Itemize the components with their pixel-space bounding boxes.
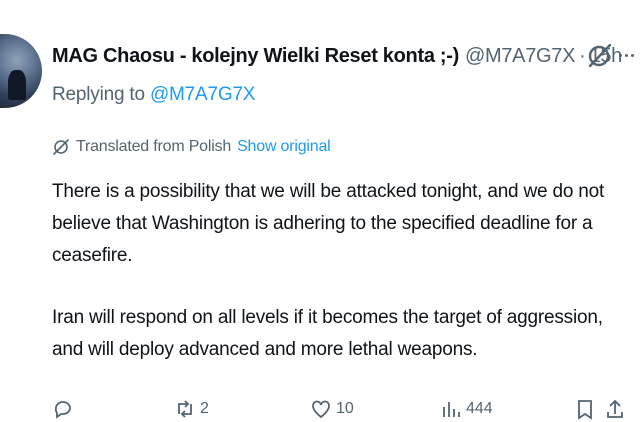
repost-count: 2 bbox=[200, 400, 209, 417]
tweet-header: MAG Chaosu - kolejny Wielki Reset konta … bbox=[52, 38, 622, 74]
share-icon bbox=[607, 399, 623, 418]
tweet-paragraph: There is a possibility that we will be a… bbox=[52, 181, 605, 266]
repost-button[interactable]: 2 bbox=[174, 398, 209, 420]
like-button[interactable]: 10 bbox=[310, 398, 354, 420]
reply-icon bbox=[54, 401, 71, 419]
repost-icon bbox=[178, 400, 192, 418]
like-icon bbox=[312, 400, 330, 419]
user-handle[interactable]: @M7A7G7X bbox=[465, 45, 575, 68]
views-button[interactable]: 444 bbox=[440, 398, 493, 420]
tweet-body: There is a possibility that we will be a… bbox=[52, 176, 632, 366]
share-button[interactable] bbox=[604, 398, 626, 420]
bookmark-button[interactable] bbox=[574, 398, 596, 420]
show-original-link[interactable]: Show original bbox=[237, 138, 331, 156]
grok-icon[interactable] bbox=[584, 41, 614, 71]
translated-label: Translated from Polish bbox=[76, 138, 232, 155]
views-count: 444 bbox=[466, 400, 493, 417]
replying-to: Replying to @M7A7G7X bbox=[52, 84, 255, 106]
more-icon[interactable] bbox=[616, 40, 636, 70]
replying-mention-link[interactable]: @M7A7G7X bbox=[150, 84, 256, 105]
reply-button[interactable] bbox=[52, 398, 78, 420]
avatar[interactable] bbox=[0, 34, 42, 108]
display-name[interactable]: MAG Chaosu - kolejny Wielki Reset konta … bbox=[52, 45, 459, 68]
tweet-paragraph: Iran will respond on all levels if it be… bbox=[52, 307, 603, 360]
bookmark-icon bbox=[578, 400, 592, 420]
translation-bar: Translated from Polish Show original bbox=[52, 138, 331, 156]
action-bar: 2 10 444 bbox=[52, 398, 640, 422]
translate-icon bbox=[53, 139, 69, 155]
like-count: 10 bbox=[336, 400, 354, 417]
replying-prefix: Replying to bbox=[52, 84, 150, 105]
views-icon bbox=[443, 402, 460, 417]
